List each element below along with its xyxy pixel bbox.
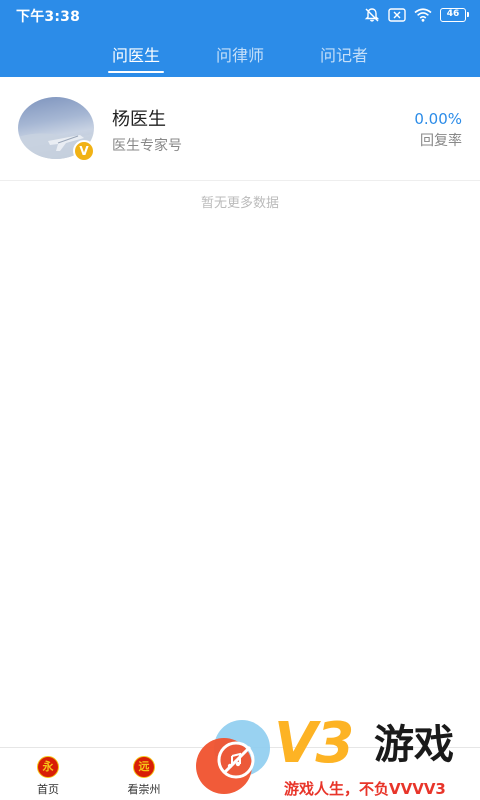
tab-ask-lawyer[interactable]: 问律师 [212, 36, 268, 77]
tab-bar: 问医生 问律师 问记者 [0, 36, 480, 77]
status-icons: 46 [364, 6, 469, 24]
expert-name: 杨医生 [112, 109, 166, 130]
avatar: V [18, 97, 96, 162]
battery-icon: 46 [440, 8, 469, 22]
watermark: V3 游戏 游戏人生，不负VVVV3 [190, 712, 480, 800]
sim-x-icon [388, 8, 406, 22]
expert-subtitle: 医生专家号 [112, 138, 182, 154]
watermark-brand: V3 [274, 711, 354, 776]
tab-label: 问记者 [319, 46, 368, 65]
verified-badge-icon: V [73, 140, 95, 162]
tab-ask-doctor[interactable]: 问医生 [108, 36, 164, 77]
watermark-logo-icon [196, 720, 270, 794]
reply-rate-label: 回复率 [420, 133, 462, 149]
tab-active-indicator [108, 71, 164, 73]
status-bar: 下午3:38 46 [0, 0, 480, 30]
no-more-data-hint: 暂无更多数据 [200, 196, 279, 211]
tab-label: 问医生 [111, 46, 160, 65]
nav-label: 看崇州 [127, 783, 161, 796]
watermark-slogan: 游戏人生，不负VVVV3 [284, 780, 446, 798]
app-screen: 下午3:38 46 问医生 问律师 问记者 V 杨医生 医生专家号 0.00% … [0, 0, 480, 800]
tab-label: 问律师 [215, 46, 264, 65]
expert-list: V 杨医生 医生专家号 0.00% 回复率 暂无更多数据 [0, 77, 480, 747]
home-icon: 永 [37, 756, 59, 778]
status-time: 下午3:38 [16, 9, 81, 25]
wifi-icon [414, 8, 432, 22]
nav-label: 首页 [37, 783, 59, 796]
city-icon: 远 [133, 756, 155, 778]
header: 下午3:38 46 问医生 问律师 问记者 [0, 0, 480, 77]
tab-ask-reporter[interactable]: 问记者 [316, 36, 372, 77]
nav-item-home[interactable]: 永 首页 [0, 748, 96, 800]
nav-item-city[interactable]: 远 看崇州 [96, 748, 192, 800]
list-item[interactable]: V 杨医生 医生专家号 0.00% 回复率 [0, 77, 480, 181]
reply-rate-value: 0.00% [414, 110, 462, 128]
alarm-off-icon [364, 7, 380, 23]
watermark-brand-suffix: 游戏 [374, 722, 454, 768]
